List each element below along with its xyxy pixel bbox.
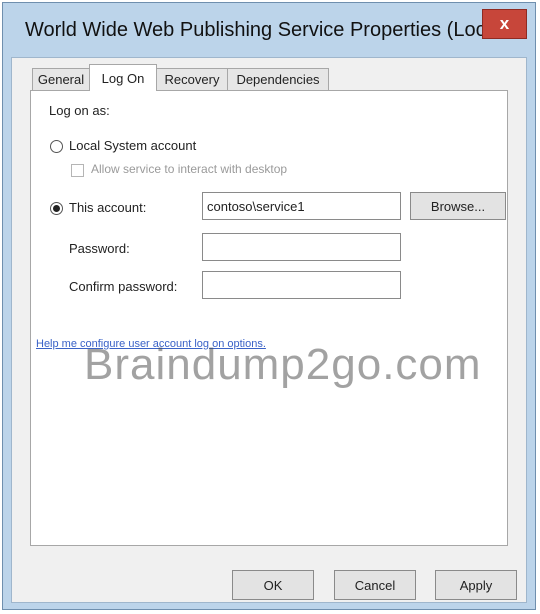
log-on-as-label: Log on as: <box>49 103 110 118</box>
tab-log-on[interactable]: Log On <box>89 64 157 91</box>
confirm-password-label: Confirm password: <box>69 279 178 294</box>
password-label: Password: <box>69 241 130 256</box>
tab-log-on-label: Log On <box>101 70 145 86</box>
this-account-label[interactable]: This account: <box>69 200 146 215</box>
confirm-password-field[interactable] <box>202 271 401 299</box>
this-account-radio[interactable] <box>50 202 63 215</box>
tab-dependencies-label: Dependencies <box>236 72 320 87</box>
browse-button[interactable]: Browse... <box>410 192 506 220</box>
window-title: World Wide Web Publishing Service Proper… <box>25 19 524 41</box>
tab-general-label: General <box>37 72 85 87</box>
close-icon: x <box>499 14 510 33</box>
account-name-input[interactable] <box>202 192 401 220</box>
close-button[interactable]: x <box>482 9 527 39</box>
allow-interact-label[interactable]: Allow service to interact with desktop <box>91 162 287 176</box>
title-bar[interactable]: World Wide Web Publishing Service Proper… <box>3 3 535 57</box>
help-link[interactable]: Help me configure user account log on op… <box>36 338 266 350</box>
local-system-label[interactable]: Local System account <box>69 138 196 153</box>
tab-recovery-label: Recovery <box>164 72 220 87</box>
properties-dialog: World Wide Web Publishing Service Proper… <box>2 2 536 610</box>
log-on-panel: Log on as: Local System account Allow se… <box>30 90 508 546</box>
local-system-radio[interactable] <box>50 140 63 153</box>
cancel-button[interactable]: Cancel <box>334 570 416 600</box>
apply-button[interactable]: Apply <box>435 570 517 600</box>
tab-general[interactable]: General <box>32 68 90 90</box>
password-field[interactable] <box>202 233 401 261</box>
ok-button[interactable]: OK <box>232 570 314 600</box>
dialog-body: General Log On Recovery Dependencies Log… <box>11 57 527 603</box>
tab-dependencies[interactable]: Dependencies <box>227 68 329 90</box>
tab-recovery[interactable]: Recovery <box>156 68 228 90</box>
allow-interact-checkbox[interactable] <box>71 164 84 177</box>
